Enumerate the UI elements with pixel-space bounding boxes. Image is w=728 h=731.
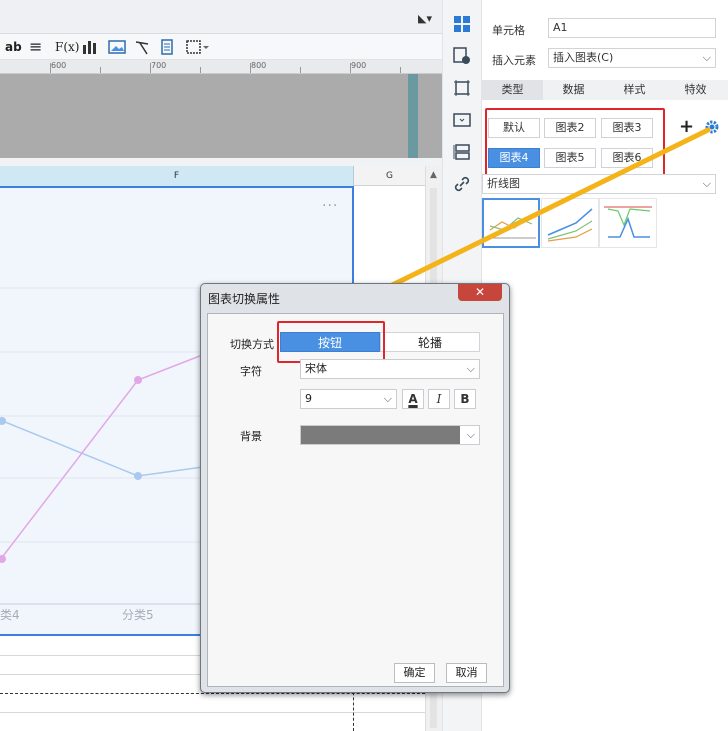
close-button[interactable]: ✕ (458, 284, 502, 301)
tab-style[interactable]: 样式 (604, 80, 665, 100)
column-header-f[interactable]: F (0, 166, 354, 186)
cell-label: 单元格 (492, 24, 525, 37)
ok-button[interactable]: 确定 (394, 663, 435, 683)
ruler: 600 700 800 900 (0, 60, 442, 74)
bar-chart-icon[interactable] (82, 37, 98, 57)
chevron-down-icon: ⌵ (702, 51, 711, 64)
chevron-down-icon: ⌵ (466, 362, 475, 375)
series-point (134, 376, 142, 384)
series-point (0, 417, 6, 425)
tab-data[interactable]: 数据 (543, 80, 604, 100)
ruler-label: 900 (351, 61, 367, 70)
align-button[interactable]: ≡ (29, 37, 42, 57)
formula-button[interactable]: F(x) (55, 37, 79, 57)
tab-type[interactable]: 类型 (482, 80, 543, 100)
insert-element-value: 插入图表(C) (553, 51, 614, 64)
cell-properties-icon[interactable] (452, 14, 472, 34)
chevron-down-icon: ⌵ (466, 428, 475, 441)
bold-button[interactable]: B (454, 389, 476, 409)
cell-info-icon[interactable] (452, 46, 472, 66)
form-icon[interactable] (160, 37, 174, 57)
x-axis-label: 分类5 (122, 608, 154, 622)
switch-option-carousel[interactable]: 轮播 (380, 332, 480, 352)
x-axis-label: 类4 (0, 608, 20, 622)
insert-element-select[interactable]: 插入图表(C) ⌵ (548, 48, 716, 68)
font-value: 宋体 (305, 362, 327, 375)
ruler-label: 600 (51, 61, 67, 70)
formatting-toolbar: ab ≡ F(x) (0, 34, 442, 60)
series-line-2 (0, 351, 211, 561)
top-bar (0, 0, 442, 34)
cancel-button[interactable]: 取消 (446, 663, 487, 683)
series-point (0, 555, 6, 563)
switch-mode-label: 切换方式 (230, 338, 274, 351)
highlight-box (277, 321, 385, 363)
text-tool-button[interactable]: ab (5, 37, 22, 57)
background-color-select[interactable]: ⌵ (300, 425, 480, 445)
dialog-title: 图表切换属性 (208, 292, 281, 306)
line-draw-icon[interactable] (134, 37, 150, 57)
cell-field[interactable]: A1 (548, 18, 716, 38)
font-label: 字符 (240, 365, 262, 378)
font-select[interactable]: 宋体 ⌵ (300, 359, 480, 379)
italic-button[interactable]: I (428, 389, 450, 409)
tab-effects[interactable]: 特效 (665, 80, 726, 100)
font-size-value: 9 (305, 392, 312, 405)
color-swatch (301, 426, 460, 444)
series-line-1 (0, 419, 211, 477)
ruler-label: 800 (251, 61, 267, 70)
font-size-select[interactable]: 9 ⌵ (300, 389, 397, 409)
image-icon[interactable] (108, 37, 126, 57)
insert-element-label: 插入元素 (492, 54, 536, 67)
widget-frame-icon[interactable] (452, 78, 472, 98)
ruler-label: 700 (151, 61, 167, 70)
border-dropdown-icon[interactable] (186, 37, 210, 57)
dropdown-corner-icon[interactable]: ◣▾ (418, 12, 432, 25)
font-color-button[interactable]: A (402, 389, 424, 409)
background-label: 背景 (240, 430, 262, 443)
series-point (134, 472, 142, 480)
chevron-down-icon: ⌵ (383, 392, 392, 405)
